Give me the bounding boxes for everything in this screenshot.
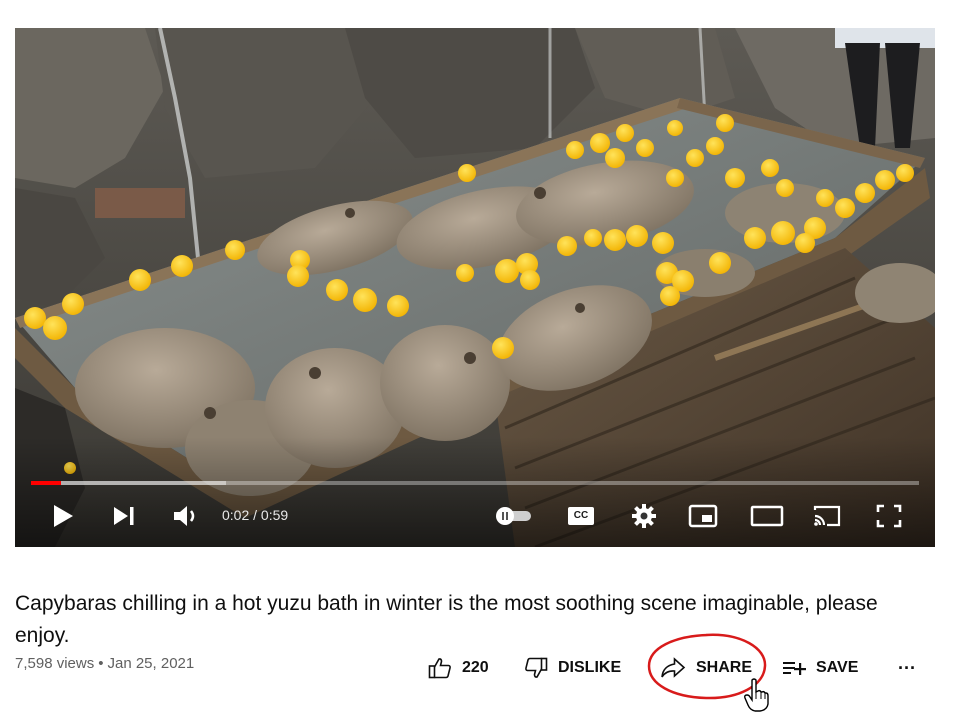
- captions-icon: CC: [567, 506, 595, 526]
- gear-icon: [631, 503, 657, 529]
- more-icon: ···: [898, 657, 916, 678]
- upload-date: Jan 25, 2021: [107, 655, 195, 672]
- controls-gradient: [15, 437, 935, 547]
- meta-separator: •: [98, 655, 104, 672]
- theater-mode-button[interactable]: [747, 498, 787, 534]
- time-separator: /: [249, 507, 261, 523]
- page-background: [0, 700, 960, 720]
- miniplayer-button[interactable]: [685, 498, 721, 534]
- fullscreen-icon: [876, 504, 902, 528]
- autoplay-toggle[interactable]: [489, 498, 537, 534]
- dislike-button[interactable]: DISLIKE: [524, 652, 621, 684]
- like-count: 220: [462, 659, 489, 676]
- view-count: 7,598 views: [15, 655, 95, 672]
- captions-label: CC: [573, 510, 589, 521]
- duration: 0:59: [260, 507, 289, 523]
- save-button[interactable]: SAVE: [782, 652, 858, 684]
- fullscreen-button[interactable]: [871, 498, 907, 534]
- like-button[interactable]: 220: [428, 652, 489, 684]
- more-actions-button[interactable]: ···: [898, 652, 916, 684]
- cast-icon: [811, 504, 843, 528]
- video-title: Capybaras chilling in a hot yuzu bath in…: [15, 592, 878, 648]
- miniplayer-icon: [688, 504, 718, 528]
- save-label: SAVE: [816, 659, 859, 676]
- time-display: 0:02 / 0:59: [222, 507, 288, 523]
- progress-played: [31, 481, 62, 485]
- dislike-label: DISLIKE: [558, 659, 622, 676]
- play-button[interactable]: [47, 498, 79, 534]
- thumbs-down-icon: [524, 657, 548, 679]
- thumbs-up-icon: [428, 657, 452, 679]
- cast-button[interactable]: [809, 498, 845, 534]
- mute-button[interactable]: [169, 498, 203, 534]
- current-time: 0:02: [222, 507, 250, 523]
- autoplay-toggle-icon: [491, 505, 535, 527]
- progress-bar[interactable]: [31, 481, 919, 485]
- play-icon: [52, 504, 74, 528]
- volume-icon: [172, 504, 200, 528]
- next-icon: [113, 506, 135, 526]
- theater-mode-icon: [750, 505, 784, 527]
- captions-button[interactable]: CC: [563, 498, 599, 534]
- video-meta: 7,598 views • Jan 25, 2021: [15, 655, 194, 672]
- add-to-playlist-icon: [782, 658, 808, 678]
- settings-button[interactable]: [627, 498, 661, 534]
- next-button[interactable]: [109, 498, 139, 534]
- hand-cursor-icon: [744, 678, 769, 712]
- video-player[interactable]: 0:02 / 0:59 CC: [15, 28, 935, 547]
